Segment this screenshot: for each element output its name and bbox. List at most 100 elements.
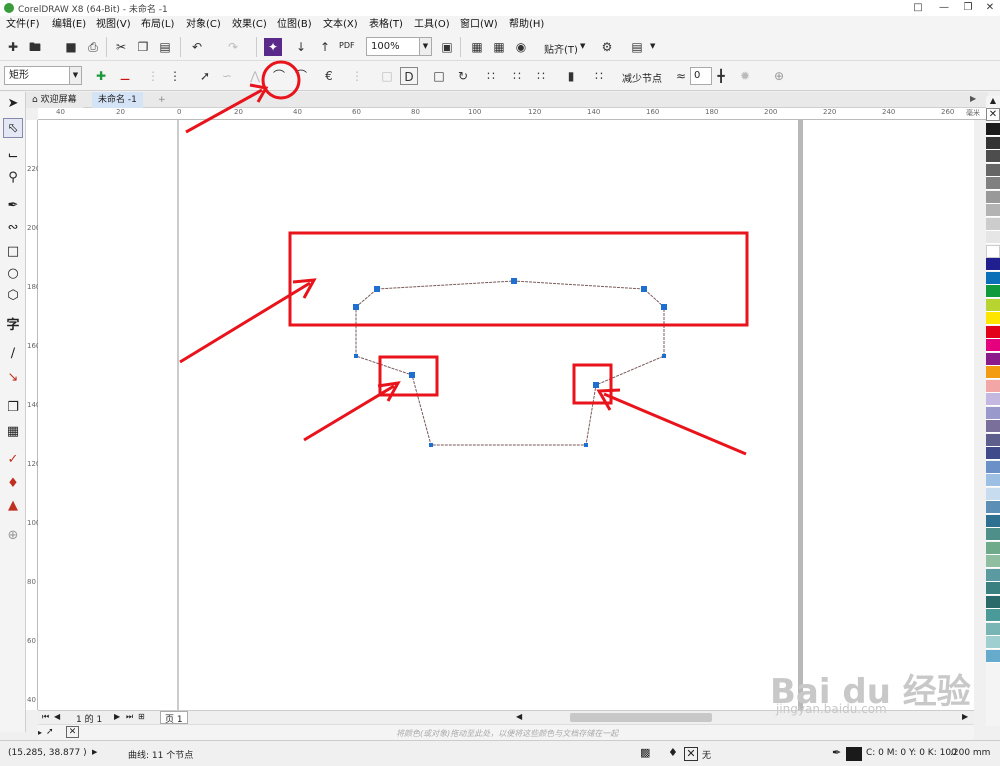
curve-node-selected[interactable] [409,372,415,378]
color-swatch[interactable] [986,339,1000,352]
interactive-fill-icon[interactable]: ♦ [3,474,23,494]
color-swatch[interactable] [986,595,1000,609]
select-all-nodes-icon[interactable]: ∷ [590,67,608,85]
delete-node-icon[interactable]: ⚊ [116,67,134,85]
color-swatch[interactable] [986,514,1000,528]
curve-node[interactable] [641,286,647,292]
smoothness-input[interactable]: 0 [690,67,712,85]
zoom-tool-icon[interactable]: ⚲ [3,168,23,188]
transparency-icon[interactable]: ▦ [3,422,23,442]
vertical-ruler[interactable]: 220 200 180 160 140 120 100 80 60 40 [26,120,40,710]
extract-subpath-icon[interactable]: □ [378,67,396,85]
menu-edit[interactable]: 编辑(E) [52,17,86,32]
color-swatch[interactable] [986,636,1000,649]
curve-node[interactable] [662,354,666,358]
color-swatch[interactable] [986,325,1000,339]
chevron-down-icon[interactable]: ▼ [650,42,655,50]
pick-tool-icon[interactable]: ➤ [3,94,23,114]
elastic-mode-icon[interactable]: ▮ [562,67,580,85]
color-swatch[interactable] [986,352,1000,366]
add-icon[interactable]: ⊕ [770,67,788,85]
connector-tool-icon[interactable]: ↘ [3,368,23,388]
color-swatch[interactable] [986,163,1000,177]
color-swatch[interactable] [986,312,1000,325]
save-icon[interactable]: ■ [62,38,80,56]
first-page-icon[interactable]: ⏮ [42,712,49,722]
menu-window[interactable]: 窗口(W) [460,17,498,32]
menu-layout[interactable]: 布局(L) [141,17,174,32]
polygon-tool-icon[interactable]: ⬡ [3,286,23,306]
color-swatch[interactable] [986,177,1000,190]
application-launcher-icon[interactable]: ▤ [628,38,646,56]
color-swatch[interactable] [986,487,1000,501]
menu-view[interactable]: 视图(V) [96,17,131,32]
color-swatch[interactable] [986,433,1000,447]
eyedropper-icon[interactable]: ➚ [46,727,54,737]
menu-tools[interactable]: 工具(O) [414,17,450,32]
text-tool-icon[interactable]: 字 [3,316,23,336]
menu-table[interactable]: 表格(T) [369,17,403,32]
stretch-nodes-icon[interactable]: □ [430,67,448,85]
curve-node[interactable] [354,354,358,358]
options-gear-icon[interactable]: ⚙ [598,38,616,56]
extend-curve-icon[interactable]: ⋮ [348,67,366,85]
menu-file[interactable]: 文件(F) [6,17,40,32]
show-guidelines-icon[interactable]: ◉ [512,38,530,56]
curve-node[interactable] [429,443,433,447]
color-swatch[interactable] [986,285,1000,298]
menu-object[interactable]: 对象(C) [186,17,221,32]
color-swatch[interactable] [986,271,1000,285]
color-swatch[interactable] [986,231,1000,244]
reverse-direction-icon[interactable]: € [320,67,338,85]
minimize-button[interactable]: — [932,0,956,16]
color-swatch[interactable] [986,406,1000,420]
artistic-media-icon[interactable]: ∾ [3,218,23,238]
color-swatch[interactable] [986,460,1000,474]
chevron-down-icon[interactable]: ▼ [580,42,585,50]
publish-pdf-icon[interactable]: PDF [339,41,355,50]
smart-fill-icon[interactable]: ▲ [3,496,23,516]
color-swatch[interactable] [986,649,1000,663]
color-swatch[interactable] [986,420,1000,433]
show-grid-icon[interactable]: ▦ [490,38,508,56]
curve-node[interactable] [661,304,667,310]
color-swatch[interactable] [986,150,1000,163]
color-swatch[interactable] [986,136,1000,150]
color-swatch[interactable] [986,555,1000,568]
color-swatch[interactable] [986,190,1000,204]
scroll-left-icon[interactable]: ◀ [516,712,522,721]
color-proof-icon[interactable]: ▩ [640,746,650,759]
add-page-icon[interactable]: ⊞ [138,712,145,721]
color-swatch[interactable] [986,258,1000,271]
show-rulers-icon[interactable]: ▦ [468,38,486,56]
color-swatch[interactable] [986,204,1000,217]
color-swatch[interactable] [986,393,1000,406]
ellipse-tool-icon[interactable]: ○ [3,264,23,284]
crop-tool-icon[interactable]: ⌙ [3,146,23,166]
menu-bitmaps[interactable]: 位图(B) [277,17,312,32]
previous-page-icon[interactable]: ◀ [54,712,60,721]
rotate-nodes-icon[interactable]: ↻ [454,67,472,85]
color-swatch[interactable] [986,298,1000,312]
curve-path[interactable] [355,280,665,446]
fill-bucket-icon[interactable]: ♦ [668,746,678,759]
outline-pen-icon[interactable]: ✒ [832,746,841,759]
next-page-icon[interactable]: ▶ [114,712,120,721]
curve-node-selected[interactable] [593,382,599,388]
color-swatch[interactable] [986,609,1000,622]
align-nodes-icon[interactable]: ∷ [482,67,500,85]
drawing-canvas[interactable] [38,120,974,710]
cut-icon[interactable]: ✂ [112,38,130,56]
snap-to-dropdown[interactable]: 贴齐(T) [544,41,578,56]
tab-untitled-document[interactable]: 未命名 -1 [92,92,143,108]
color-swatch[interactable] [986,582,1000,595]
export-icon[interactable]: ↑ [316,38,334,56]
new-document-icon[interactable]: ✚ [4,38,22,56]
freehand-tool-icon[interactable]: ✒ [3,196,23,216]
mirror-horizontal-icon[interactable]: ∷ [508,67,526,85]
zoom-level-select[interactable]: 100% ▼ [366,37,432,56]
scroll-right-icon[interactable]: ▶ [962,712,968,721]
full-screen-icon[interactable]: ▣ [438,38,456,56]
color-swatch[interactable] [986,622,1000,636]
page-tab-1[interactable]: 页 1 [160,711,188,725]
